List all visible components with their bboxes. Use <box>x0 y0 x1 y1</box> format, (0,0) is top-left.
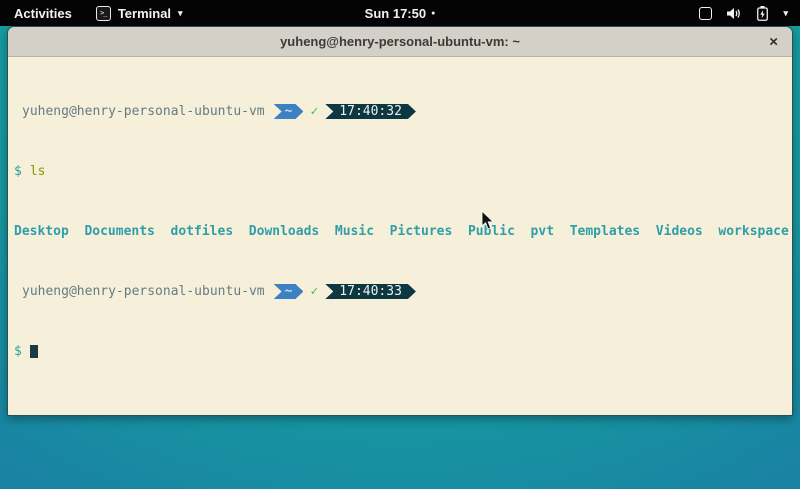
window-titlebar[interactable]: yuheng@henry-personal-ubuntu-vm: ~ × <box>8 27 792 57</box>
system-status-menu[interactable]: ▾ <box>699 0 800 26</box>
activities-button[interactable]: Activities <box>0 0 86 26</box>
terminal-window: yuheng@henry-personal-ubuntu-vm: ~ × yuh… <box>7 26 793 416</box>
window-title: yuheng@henry-personal-ubuntu-vm: ~ <box>280 34 520 49</box>
chevron-down-icon: ▾ <box>178 9 183 18</box>
app-menu-terminal[interactable]: >_ Terminal ▾ <box>86 0 193 26</box>
terminal-app-icon: >_ <box>96 6 111 21</box>
clock-menu[interactable]: Sun 17:50 ● <box>365 0 436 26</box>
chevron-down-icon: ▾ <box>783 9 788 18</box>
prompt-user-host: yuheng@henry-personal-ubuntu-vm <box>22 284 265 299</box>
check-icon: ✓ <box>310 284 318 299</box>
prompt-path-segment: ~ <box>274 284 304 299</box>
prompt-time-segment: 17:40:32 <box>325 104 416 119</box>
check-icon: ✓ <box>310 104 318 119</box>
close-icon[interactable]: × <box>769 34 778 49</box>
mouse-cursor-icon <box>481 210 494 235</box>
command-line: $ ls <box>14 164 792 179</box>
terminal-body[interactable]: yuheng@henry-personal-ubuntu-vm ~ ✓ 17:4… <box>8 57 792 415</box>
prompt-line: yuheng@henry-personal-ubuntu-vm ~ ✓ 17:4… <box>14 284 792 299</box>
clock-label: Sun 17:50 <box>365 6 426 21</box>
ls-output-line: Desktop Documents dotfiles Downloads Mus… <box>14 224 792 239</box>
volume-icon <box>727 7 742 20</box>
prompt-time-segment: 17:40:33 <box>325 284 416 299</box>
display-icon <box>699 7 712 20</box>
prompt-dollar: $ <box>14 344 22 359</box>
prompt-user-host: yuheng@henry-personal-ubuntu-vm <box>22 104 265 119</box>
prompt-line: yuheng@henry-personal-ubuntu-vm ~ ✓ 17:4… <box>14 104 792 119</box>
typed-command: ls <box>30 164 46 179</box>
activities-label: Activities <box>14 6 72 21</box>
prompt-path-segment: ~ <box>274 104 304 119</box>
battery-charging-icon <box>757 6 768 21</box>
prompt-dollar: $ <box>14 164 22 179</box>
app-menu-label: Terminal <box>118 6 171 21</box>
command-line: $ <box>14 344 792 359</box>
terminal-cursor <box>30 345 38 358</box>
top-bar: Activities >_ Terminal ▾ Sun 17:50 ● <box>0 0 800 26</box>
notification-dot-icon: ● <box>431 10 435 17</box>
